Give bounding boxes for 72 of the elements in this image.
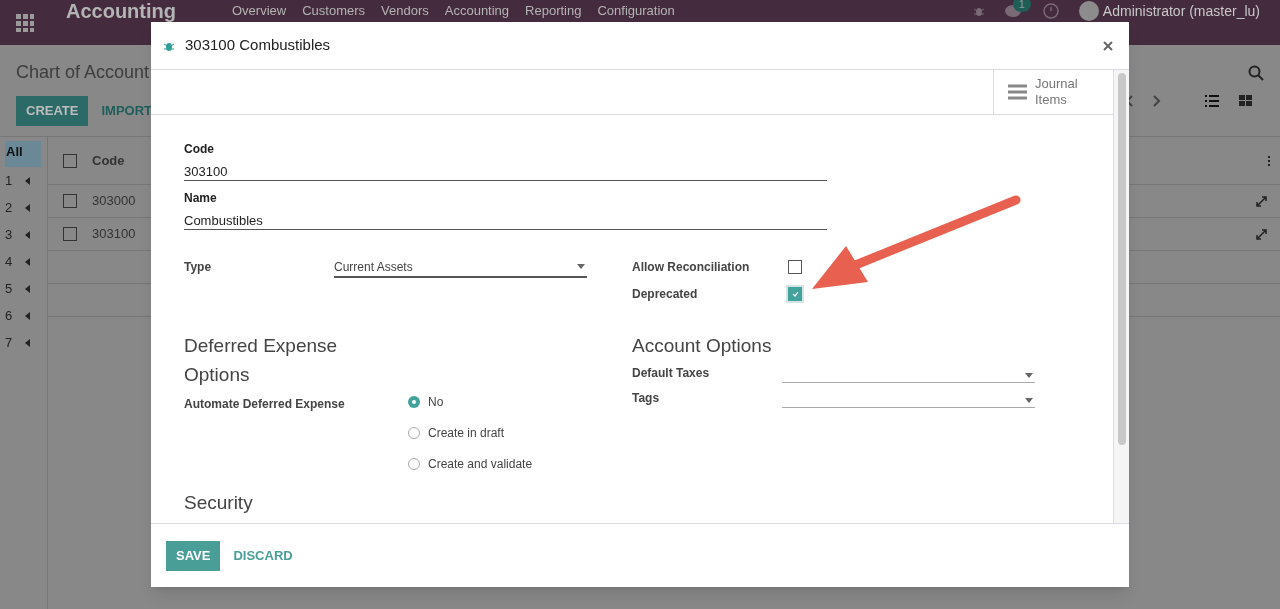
caret-icon — [25, 311, 30, 320]
list-view-icon[interactable] — [1205, 95, 1219, 107]
section-heading: Account Options — [632, 334, 773, 358]
breadcrumb: Chart of Account — [16, 61, 151, 84]
section-heading: Deferred Expense Options — [184, 334, 339, 387]
field-label: Automate Deferred Expense — [184, 396, 346, 413]
apps-menu-icon[interactable] — [16, 13, 34, 32]
checkmark-icon — [791, 291, 799, 297]
field-label: Code — [184, 141, 215, 158]
checkbox[interactable] — [63, 227, 77, 241]
name-field[interactable]: Combustibles — [184, 207, 827, 230]
grid-view-icon[interactable] — [1239, 95, 1252, 107]
clock-icon[interactable] — [1042, 3, 1059, 19]
bug-icon[interactable] — [972, 5, 985, 17]
checkbox[interactable] — [788, 260, 802, 274]
group-number[interactable]: 7 — [5, 332, 13, 353]
dropdown-caret-icon — [577, 264, 585, 269]
checkbox-label: Allow Reconciliation — [632, 259, 751, 276]
group-number[interactable]: 6 — [5, 305, 13, 326]
user-name[interactable]: Administrator (master_lu) — [1102, 2, 1260, 20]
group-number[interactable]: 5 — [5, 278, 13, 299]
group-number[interactable]: 1 — [5, 170, 13, 191]
menu-item[interactable]: Accounting — [444, 3, 510, 19]
checkbox-label: Deprecated — [632, 286, 699, 303]
expand-icon[interactable] — [1256, 195, 1267, 207]
radio-label[interactable]: Create in draft — [428, 424, 505, 442]
scrollbar[interactable] — [1113, 70, 1129, 523]
dialog-title: 303100 Combustibles — [185, 35, 331, 56]
type-select[interactable]: Current Assets — [334, 258, 587, 278]
caret-icon — [25, 230, 30, 239]
field-label: Name — [184, 190, 218, 207]
section-heading: Security — [184, 491, 254, 515]
save-button[interactable]: SAVE — [166, 540, 221, 571]
menu-item[interactable]: Customers — [302, 3, 366, 19]
table-cell-text: 303100 — [92, 225, 136, 244]
notification-badge: 1 — [1012, 0, 1031, 12]
field-label: Type — [184, 259, 213, 276]
group-number[interactable]: 2 — [5, 197, 13, 218]
table-cell-text: 303000 — [92, 192, 136, 211]
avatar[interactable] — [1078, 1, 1099, 21]
checkbox[interactable] — [788, 287, 802, 301]
next-icon[interactable] — [1153, 95, 1161, 107]
dropdown-caret-icon — [1025, 398, 1033, 403]
expand-icon[interactable] — [1256, 228, 1267, 240]
menu-item[interactable]: Overview — [232, 3, 287, 19]
menu-icon — [1008, 84, 1027, 100]
search-icon[interactable] — [1248, 65, 1264, 81]
checkbox[interactable] — [63, 194, 77, 208]
discard-button[interactable]: DISCARD — [233, 545, 293, 566]
radio-label[interactable]: Create and validate — [428, 455, 533, 473]
menu-item[interactable]: Vendors — [381, 3, 429, 19]
dropdown-caret-icon — [1025, 373, 1033, 378]
column-header[interactable]: Code — [92, 150, 125, 171]
checkbox[interactable] — [63, 153, 77, 168]
radio-button[interactable] — [408, 396, 420, 408]
create-button[interactable]: CREATE — [16, 96, 89, 126]
caret-icon — [25, 176, 30, 185]
caret-icon — [25, 257, 30, 266]
field-label: Default Taxes — [632, 365, 711, 382]
group-number[interactable]: 4 — [5, 251, 13, 272]
radio-label[interactable]: No — [428, 393, 444, 411]
group-number[interactable]: 3 — [5, 224, 13, 245]
group-all[interactable]: All — [5, 141, 41, 167]
caret-icon — [25, 203, 30, 212]
menu-item[interactable]: Configuration — [597, 3, 675, 19]
menu-item[interactable]: Reporting — [525, 3, 582, 19]
field-label: Tags — [632, 390, 661, 407]
close-icon[interactable] — [1103, 40, 1113, 51]
code-field[interactable]: 303100 — [184, 158, 827, 181]
app-title: Accounting — [66, 0, 176, 22]
caret-icon — [25, 284, 30, 293]
caret-icon — [25, 338, 30, 347]
